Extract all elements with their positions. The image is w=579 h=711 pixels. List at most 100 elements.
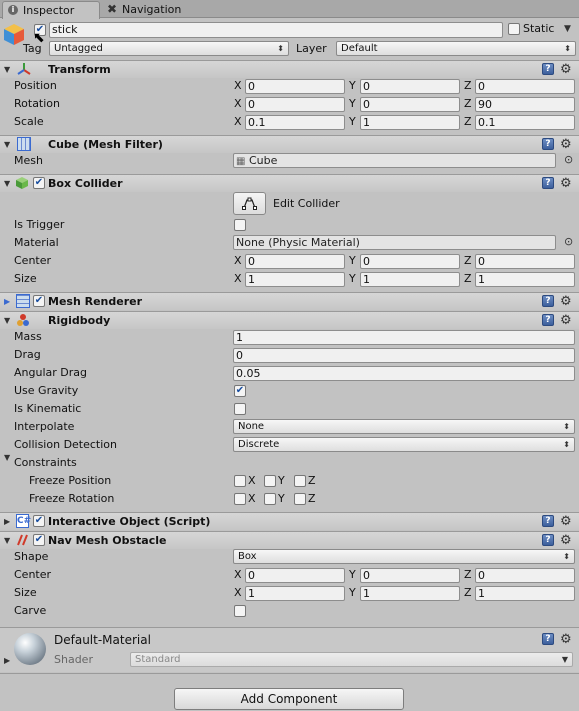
shape-label: Shape <box>14 550 49 563</box>
size-x-input[interactable]: 1 <box>245 272 345 287</box>
axis-y-label: Y <box>349 115 356 128</box>
help-icon[interactable]: ? <box>542 63 554 75</box>
transform-header[interactable]: ▼ Transform ? ⚙ <box>0 60 579 78</box>
collision-detection-dropdown[interactable]: Discrete ⬍ <box>233 437 575 452</box>
help-icon[interactable]: ? <box>542 515 554 527</box>
object-name-input[interactable]: stick <box>49 22 503 38</box>
axis-z-label: Z <box>464 79 472 92</box>
dropdown-arrows-icon: ⬍ <box>563 552 570 561</box>
shape-dropdown[interactable]: Box ⬍ <box>233 549 575 564</box>
size-y-input[interactable]: 1 <box>360 272 460 287</box>
center-z-input[interactable]: 0 <box>475 568 575 583</box>
tab-inspector[interactable]: i Inspector <box>2 1 100 19</box>
gear-icon[interactable]: ⚙ <box>560 534 572 547</box>
rotation-y-input[interactable]: 0 <box>360 97 460 112</box>
rotation-z-input[interactable]: 90 <box>475 97 575 112</box>
center-z-input[interactable]: 0 <box>475 254 575 269</box>
help-icon[interactable]: ? <box>542 177 554 189</box>
box-collider-header[interactable]: ▼ ✔ Box Collider ? ⚙ <box>0 174 579 192</box>
center-x-input[interactable]: 0 <box>245 568 345 583</box>
shader-dropdown[interactable]: Standard ▼ <box>130 652 573 667</box>
mesh-renderer-header[interactable]: ▶ ✔ Mesh Renderer ? ⚙ <box>0 292 579 310</box>
scale-x-input[interactable]: 0.1 <box>245 115 345 130</box>
mesh-field[interactable]: ▦ Cube <box>233 153 556 168</box>
freeze-rotation-z-checkbox[interactable] <box>294 493 306 505</box>
component-title: Rigidbody <box>48 314 111 327</box>
axis-x-label: X <box>234 79 242 92</box>
carve-label: Carve <box>14 604 47 617</box>
help-icon[interactable]: ? <box>542 314 554 326</box>
enabled-checkbox[interactable]: ✔ <box>33 177 45 189</box>
layer-dropdown[interactable]: Default ⬍ <box>336 41 576 56</box>
gear-icon[interactable]: ⚙ <box>560 63 572 76</box>
interactive-object-header[interactable]: ▶ C# ✔ Interactive Object (Script) ? ⚙ <box>0 512 579 530</box>
interpolate-dropdown[interactable]: None ⬍ <box>233 419 575 434</box>
script-icon: C# <box>16 514 32 528</box>
freeze-rotation-x-checkbox[interactable] <box>234 493 246 505</box>
axis-z-label: Z <box>464 115 472 128</box>
material-field[interactable]: None (Physic Material) <box>233 235 556 250</box>
edit-collider-button[interactable] <box>233 192 266 215</box>
help-icon[interactable]: ? <box>542 534 554 546</box>
size-y-input[interactable]: 1 <box>360 586 460 601</box>
foldout-closed-icon: ▶ <box>4 517 11 526</box>
mesh-grid-icon: ▦ <box>236 156 246 167</box>
position-x-input[interactable]: 0 <box>245 79 345 94</box>
freeze-rotation-y-checkbox[interactable] <box>264 493 276 505</box>
center-y-input[interactable]: 0 <box>360 254 460 269</box>
gear-icon[interactable]: ⚙ <box>560 515 572 528</box>
carve-checkbox[interactable] <box>234 605 246 617</box>
size-z-input[interactable]: 1 <box>475 586 575 601</box>
is-kinematic-checkbox[interactable] <box>234 403 246 415</box>
enabled-checkbox[interactable]: ✔ <box>33 515 45 527</box>
foldout-closed-icon[interactable]: ▶ <box>4 652 10 669</box>
size-x-input[interactable]: 1 <box>245 586 345 601</box>
gear-icon[interactable]: ⚙ <box>560 295 572 308</box>
tag-value: Untagged <box>54 43 103 54</box>
chevron-down-icon[interactable]: ▼ <box>564 24 571 34</box>
object-picker-icon[interactable]: ⊙ <box>564 153 573 167</box>
scale-y-input[interactable]: 1 <box>360 115 460 130</box>
constraints-foldout-icon[interactable]: ▼ <box>4 449 10 466</box>
mass-input[interactable]: 1 <box>233 330 575 345</box>
enabled-checkbox[interactable]: ✔ <box>33 534 45 546</box>
size-z-input[interactable]: 1 <box>475 272 575 287</box>
collision-detection-label: Collision Detection <box>14 438 118 451</box>
enabled-checkbox[interactable]: ✔ <box>33 295 45 307</box>
mesh-filter-header[interactable]: ▼ Cube (Mesh Filter) ? ⚙ <box>0 135 579 153</box>
use-gravity-checkbox[interactable]: ✔ <box>234 385 246 397</box>
foldout-open-icon: ▼ <box>4 140 11 149</box>
rigidbody-header[interactable]: ▼ Rigidbody ? ⚙ <box>0 311 579 329</box>
scale-z-input[interactable]: 0.1 <box>475 115 575 130</box>
tag-dropdown[interactable]: Untagged ⬍ <box>49 41 289 56</box>
axis-y-label: Y <box>349 568 356 581</box>
help-icon[interactable]: ? <box>542 138 554 150</box>
position-z-input[interactable]: 0 <box>475 79 575 94</box>
rotation-x-input[interactable]: 0 <box>245 97 345 112</box>
nav-mesh-obstacle-header[interactable]: ▼ ✔ Nav Mesh Obstacle ? ⚙ <box>0 531 579 549</box>
gear-icon[interactable]: ⚙ <box>560 314 572 327</box>
tab-navigation[interactable]: ✖ Navigation <box>103 1 211 18</box>
use-gravity-label: Use Gravity <box>14 384 79 397</box>
object-picker-icon[interactable]: ⊙ <box>564 235 573 249</box>
gear-icon[interactable]: ⚙ <box>560 633 572 646</box>
gear-icon[interactable]: ⚙ <box>560 138 572 151</box>
add-component-label: Add Component <box>240 692 338 706</box>
constraints-label[interactable]: Constraints <box>14 456 77 470</box>
axis-z-label: Z <box>464 272 472 285</box>
divider <box>0 673 579 674</box>
position-y-input[interactable]: 0 <box>360 79 460 94</box>
center-x-input[interactable]: 0 <box>245 254 345 269</box>
is-trigger-checkbox[interactable] <box>234 219 246 231</box>
freeze-position-x-checkbox[interactable] <box>234 475 246 487</box>
help-icon[interactable]: ? <box>542 633 554 645</box>
gear-icon[interactable]: ⚙ <box>560 177 572 190</box>
freeze-position-y-checkbox[interactable] <box>264 475 276 487</box>
static-checkbox[interactable] <box>508 23 520 35</box>
add-component-button[interactable]: Add Component <box>174 688 404 710</box>
drag-input[interactable]: 0 <box>233 348 575 363</box>
help-icon[interactable]: ? <box>542 295 554 307</box>
angular-drag-input[interactable]: 0.05 <box>233 366 575 381</box>
center-y-input[interactable]: 0 <box>360 568 460 583</box>
freeze-position-z-checkbox[interactable] <box>294 475 306 487</box>
